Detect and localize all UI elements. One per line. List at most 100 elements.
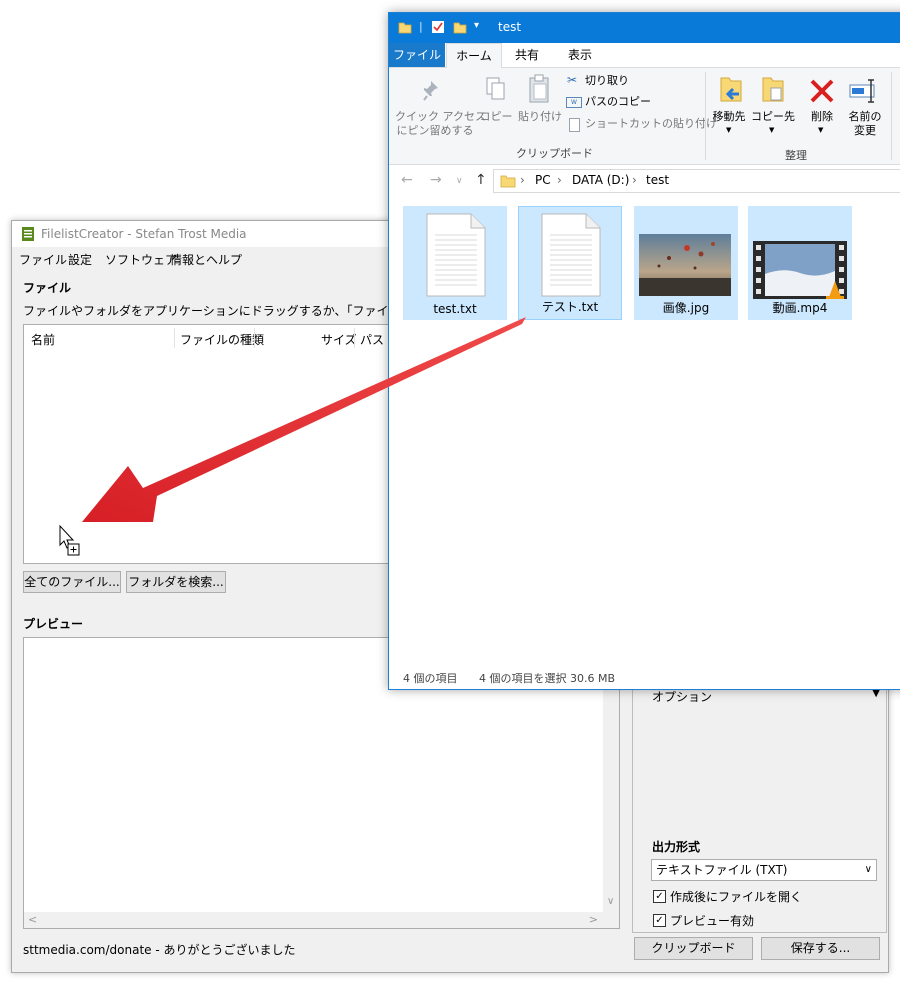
chevron-down-icon: ▼ [769,126,775,134]
up-arrow-icon[interactable]: ↑ [475,172,487,188]
output-format-label: 出力形式 [652,840,701,854]
file-tile[interactable]: 画像.jpg [634,206,738,320]
address-bar[interactable]: › PC › DATA (D:) › test [493,169,900,193]
ribbon-tabs: ファイル ホーム 共有 表示 [389,43,900,69]
output-format-select[interactable]: テキストファイル (TXT) ∨ [651,859,877,881]
rename-label-line1: 名前の [848,110,882,123]
column-name[interactable]: 名前 [31,331,55,348]
rename-label-line2: 変更 [854,124,876,137]
new-folder-icon[interactable] [453,20,467,34]
scroll-left-icon[interactable]: < [28,913,37,926]
copy-path-icon: W [566,97,582,108]
save-button[interactable]: 保存する... [761,937,880,960]
copy-to-icon [762,77,784,102]
file-name: 画像.jpg [662,301,710,315]
menu-info-help[interactable]: 情報とヘルプ [170,251,242,268]
move-to-button[interactable]: 移動先 [709,110,749,124]
delete-icon [810,79,834,103]
breadcrumb-separator: › [520,173,525,187]
folder-icon [398,22,412,34]
file-name: 動画.mp4 [772,301,828,315]
chevron-down-icon: ∨ [864,864,872,875]
rename-button[interactable]: 名前の 変更 [845,110,885,138]
footer-text[interactable]: sttmedia.com/donate - ありがとうございました [23,941,296,958]
pin-quick-access-button[interactable]: クイック アクセス にピン留めする [395,110,486,138]
text-file-icon [541,213,601,297]
column-separator[interactable] [174,328,175,348]
open-after-checkbox[interactable]: ✓ [653,890,666,903]
search-folder-button[interactable]: フォルダを検索... [126,571,226,593]
delete-button[interactable]: 削除 [803,110,841,124]
copy-to-button[interactable]: コピー先 [751,110,795,124]
ribbon-separator [891,72,892,160]
folder-icon [500,175,516,188]
options-panel: オプション ▼ 出力形式 テキストファイル (TXT) ∨ ✓ 作成後にファイル… [632,684,887,933]
qat-dropdown-icon[interactable]: ▾ [474,20,488,34]
preview-enabled-checkbox[interactable]: ✓ [653,914,666,927]
output-format-value: テキストファイル (TXT) [656,863,788,877]
all-files-button[interactable]: 全てのファイル... [23,571,121,593]
file-tile[interactable]: test.txt [403,206,507,320]
file-name: test.txt [433,302,477,316]
column-size[interactable]: サイズ [321,331,357,348]
chevron-down-icon: ▼ [726,126,732,134]
explorer-title: test [498,20,522,34]
tab-home[interactable]: ホーム [446,43,502,69]
paste-shortcut-button[interactable]: ショートカットの貼り付け [585,117,717,131]
copy-button[interactable]: コピー [479,110,513,124]
breadcrumb-drive[interactable]: DATA (D:) [572,173,629,187]
scroll-right-icon[interactable]: > [589,913,598,926]
breadcrumb-pc[interactable]: PC [535,173,551,187]
ribbon-separator [705,72,706,160]
paste-button[interactable]: 貼り付け [517,110,563,124]
breadcrumb-separator: › [632,173,637,187]
window-title: FilelistCreator - Stefan Trost Media [41,227,247,241]
clipboard-button[interactable]: クリップボード [634,937,753,960]
preview-enabled-label: プレビュー有効 [670,914,755,928]
explorer-status-bar: 4 個の項目 4 個の項目を選択 30.6 MB [389,667,900,687]
filelistcreator-app-icon [22,227,34,241]
scissors-icon: ✂ [567,73,578,87]
column-separator[interactable] [354,328,355,348]
file-tile[interactable]: テスト.txt [518,206,622,320]
preview-section-label: プレビュー [23,617,84,631]
clipboard-group-label: クリップボード [516,147,593,160]
paste-shortcut-icon [569,118,580,132]
column-separator[interactable] [254,328,255,348]
explorer-window: | ▾ test ファイル ホーム 共有 表示 クイック アクセス にピン留めす… [388,12,900,690]
horizontal-scrollbar[interactable]: < > [24,912,604,928]
menu-file[interactable]: ファイル [19,251,67,268]
copy-icon [486,77,505,100]
column-path[interactable]: パス [360,331,384,348]
rename-icon [849,79,875,103]
menu-settings[interactable]: 設定 [68,251,92,268]
copy-path-button[interactable]: パスのコピー [585,95,651,109]
status-item-count: 4 個の項目 [403,672,458,685]
files-section-label: ファイル [23,281,72,295]
open-after-label: 作成後にファイルを開く [670,890,803,904]
file-tile[interactable]: 動画.mp4 [748,206,852,320]
tab-view[interactable]: 表示 [557,43,603,67]
video-thumbnail [753,241,847,299]
recent-locations-icon[interactable]: ∨ [456,176,463,186]
pin-label-line2: にピン留めする [396,124,474,137]
cut-button[interactable]: 切り取り [585,74,629,88]
options-label[interactable]: オプション [652,688,712,705]
ribbon-home: クイック アクセス にピン留めする コピー 貼り付け ✂ 切り取り W パスのコ… [389,68,900,165]
column-type[interactable]: ファイルの種類 [180,331,264,348]
image-thumbnail [639,234,731,296]
tab-file[interactable]: ファイル [389,43,445,67]
properties-icon[interactable] [431,20,445,34]
menu-software[interactable]: ソフトウェア [105,251,177,268]
tab-share[interactable]: 共有 [504,43,550,67]
breadcrumb-separator: › [557,173,562,187]
pin-icon [423,81,438,101]
breadcrumb-folder[interactable]: test [646,173,669,187]
text-file-icon [426,213,486,297]
paste-icon [529,74,549,103]
back-arrow-icon[interactable]: ← [401,172,413,188]
scroll-down-icon[interactable]: ∨ [607,896,614,907]
status-selected: 4 個の項目を選択 30.6 MB [479,672,616,685]
explorer-title-bar: | ▾ test [389,13,900,43]
forward-arrow-icon[interactable]: → [430,172,442,188]
